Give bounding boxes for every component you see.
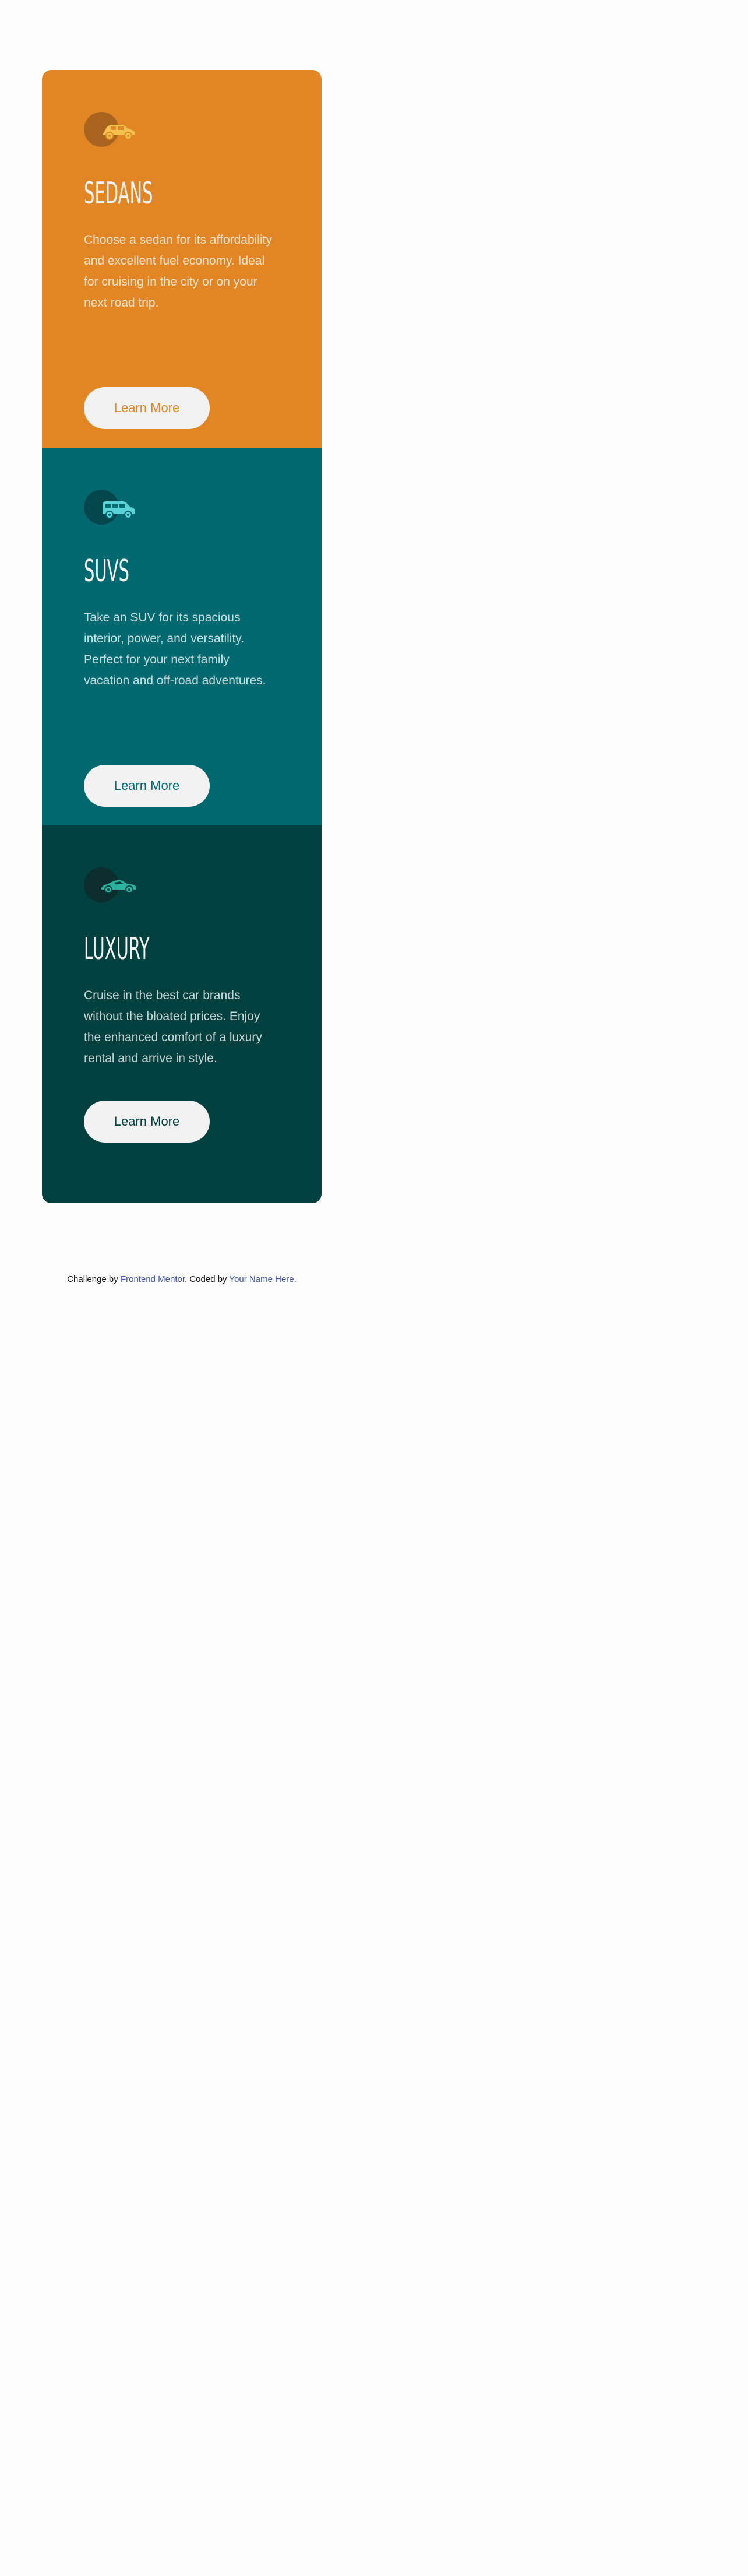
learn-more-button[interactable]: Learn More (84, 1101, 210, 1143)
frontend-mentor-link[interactable]: Frontend Mentor (121, 1274, 185, 1284)
attribution: Challenge by Frontend Mentor. Coded by Y… (0, 1274, 364, 1284)
card-description: Cruise in the best car brands without th… (84, 989, 262, 1065)
learn-more-button[interactable]: Learn More (84, 765, 210, 807)
card-title: Luxury (84, 932, 150, 967)
suv-car-icon-svg (103, 501, 135, 519)
attribution-middle: . Coded by (185, 1274, 227, 1284)
card-description: Choose a sedan for its affordability and… (84, 233, 272, 310)
page: Sedans Choose a sedan for its affordabil… (0, 0, 748, 2576)
attribution-prefix: Challenge by (67, 1274, 118, 1284)
attribution-suffix: . (294, 1274, 297, 1284)
card-description: Take an SUV for its spacious interior, p… (84, 611, 266, 687)
learn-more-button[interactable]: Learn More (84, 387, 210, 429)
card-luxury: Luxury Cruise in the best car brands wit… (42, 825, 322, 1203)
sedan-car-icon (84, 112, 142, 147)
car-category-cards: Sedans Choose a sedan for its affordabil… (42, 70, 322, 1203)
card-title: SUVs (84, 554, 129, 589)
luxury-car-icon (84, 867, 142, 902)
card-sedans: Sedans Choose a sedan for its affordabil… (42, 70, 322, 448)
luxury-car-icon-svg (101, 880, 136, 894)
card-suvs: SUVs Take an SUV for its spacious interi… (42, 448, 322, 825)
sedan-car-icon-svg (103, 125, 135, 140)
suv-car-icon (84, 490, 142, 525)
author-link[interactable]: Your Name Here (229, 1274, 294, 1284)
card-title: Sedans (84, 176, 153, 211)
